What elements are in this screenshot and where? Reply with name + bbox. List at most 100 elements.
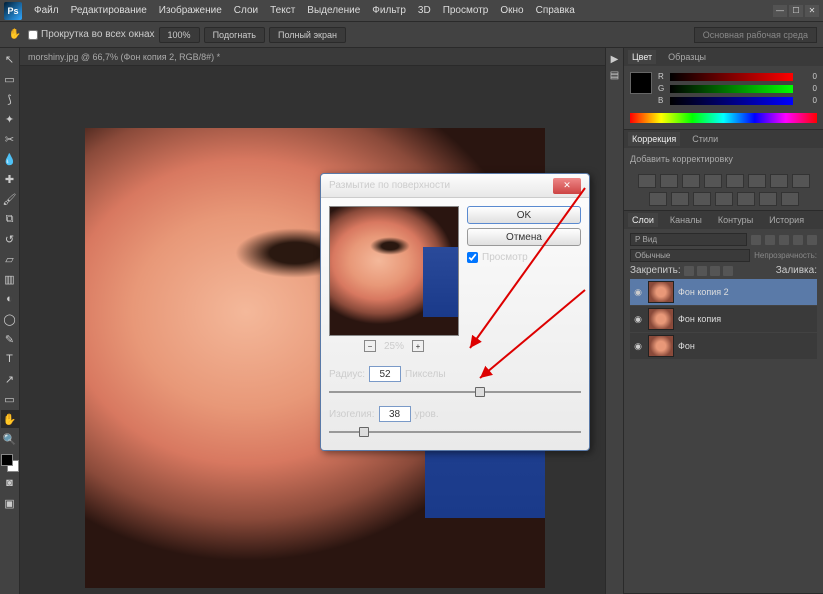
layer-kind-filter[interactable]: Р Вид — [630, 233, 747, 246]
visibility-icon[interactable]: ◉ — [632, 286, 644, 298]
eraser-tool[interactable]: ▱ — [1, 250, 19, 268]
preview-checkbox[interactable]: Просмотр — [467, 252, 581, 263]
pen-tool[interactable]: ✎ — [1, 330, 19, 348]
visibility-icon[interactable]: ◉ — [632, 313, 644, 325]
blend-mode-select[interactable]: Обычные — [630, 249, 750, 262]
menu-select[interactable]: Выделение — [301, 5, 366, 16]
threshold-icon[interactable] — [737, 192, 755, 206]
tab-color[interactable]: Цвет — [628, 50, 656, 64]
g-slider[interactable] — [670, 85, 793, 93]
layer-row[interactable]: ◉ Фон копия — [630, 306, 817, 332]
zoom-in-button[interactable]: + — [412, 340, 424, 352]
menu-view[interactable]: Просмотр — [437, 5, 495, 16]
layer-row[interactable]: ◉ Фон — [630, 333, 817, 359]
menu-filter[interactable]: Фильтр — [366, 5, 412, 16]
vibrance-icon[interactable] — [726, 174, 744, 188]
path-tool[interactable]: ↗ — [1, 370, 19, 388]
close-button[interactable]: ✕ — [805, 5, 819, 17]
visibility-icon[interactable]: ◉ — [632, 340, 644, 352]
tab-layers[interactable]: Слои — [628, 213, 658, 227]
menu-layer[interactable]: Слои — [228, 5, 264, 16]
quickmask-tool[interactable]: ◙ — [1, 474, 19, 492]
zoom-100-button[interactable]: 100% — [159, 27, 200, 43]
tab-history[interactable]: История — [765, 213, 808, 227]
cancel-button[interactable]: Отмена — [467, 228, 581, 246]
menu-edit[interactable]: Редактирование — [65, 5, 153, 16]
hand-tool[interactable]: ✋ — [1, 410, 19, 428]
hue-strip[interactable] — [630, 113, 817, 123]
menu-text[interactable]: Текст — [264, 5, 301, 16]
tab-adjustments[interactable]: Коррекция — [628, 132, 680, 146]
tab-styles[interactable]: Стили — [688, 132, 722, 146]
dodge-tool[interactable]: ◯ — [1, 310, 19, 328]
layer-row[interactable]: ◉ Фон копия 2 — [630, 279, 817, 305]
wand-tool[interactable]: ✦ — [1, 110, 19, 128]
posterize-icon[interactable] — [715, 192, 733, 206]
foreground-swatch[interactable] — [630, 72, 652, 94]
text-tool[interactable]: T — [1, 350, 19, 368]
blur-tool[interactable]: ◐ — [1, 290, 19, 308]
menu-3d[interactable]: 3D — [412, 5, 437, 16]
radius-slider[interactable] — [329, 384, 581, 400]
filter-pixel-icon[interactable] — [751, 235, 761, 245]
b-slider[interactable] — [670, 97, 793, 105]
gradient-map-icon[interactable] — [759, 192, 777, 206]
lock-position-icon[interactable] — [710, 266, 720, 276]
screenmode-tool[interactable]: ▣ — [1, 494, 19, 512]
crop-tool[interactable]: ✂ — [1, 130, 19, 148]
menu-help[interactable]: Справка — [530, 5, 581, 16]
lock-all-icon[interactable] — [723, 266, 733, 276]
lock-transparency-icon[interactable] — [684, 266, 694, 276]
brightness-icon[interactable] — [638, 174, 656, 188]
shape-tool[interactable]: ▭ — [1, 390, 19, 408]
levels-icon[interactable] — [660, 174, 678, 188]
lookup-icon[interactable] — [671, 192, 689, 206]
exposure-icon[interactable] — [704, 174, 722, 188]
fit-button[interactable]: Подогнать — [204, 27, 265, 43]
maximize-button[interactable]: ☐ — [789, 5, 803, 17]
filter-shape-icon[interactable] — [793, 235, 803, 245]
lasso-tool[interactable]: ⟆ — [1, 90, 19, 108]
dialog-titlebar[interactable]: Размытие по поверхности ✕ — [321, 174, 589, 198]
zoom-tool[interactable]: 🔍 — [1, 430, 19, 448]
zoom-out-button[interactable]: − — [364, 340, 376, 352]
color-chips[interactable] — [1, 454, 19, 472]
scroll-all-checkbox[interactable]: Прокрутка во всех окнах — [28, 29, 155, 40]
filter-text-icon[interactable] — [779, 235, 789, 245]
tab-swatches[interactable]: Образцы — [664, 50, 710, 64]
dialog-close-button[interactable]: ✕ — [553, 178, 581, 194]
brush-tool[interactable]: 🖌 — [1, 190, 19, 208]
radius-input[interactable] — [369, 366, 401, 382]
minimize-button[interactable]: — — [773, 5, 787, 17]
document-tab[interactable]: morshiny.jpg @ 66,7% (Фон копия 2, RGB/8… — [20, 48, 605, 66]
move-tool[interactable]: ↖ — [1, 50, 19, 68]
dialog-preview[interactable] — [329, 206, 459, 336]
tab-paths[interactable]: Контуры — [714, 213, 757, 227]
menu-image[interactable]: Изображение — [153, 5, 228, 16]
stamp-tool[interactable]: ⧉ — [1, 210, 19, 228]
threshold-slider[interactable] — [329, 424, 581, 440]
fullscreen-button[interactable]: Полный экран — [269, 27, 346, 43]
selective-icon[interactable] — [781, 192, 799, 206]
eyedropper-tool[interactable]: 💧 — [1, 150, 19, 168]
menu-file[interactable]: Файл — [28, 5, 65, 16]
photo-filter-icon[interactable] — [792, 174, 810, 188]
r-slider[interactable] — [670, 73, 793, 81]
menu-window[interactable]: Окно — [494, 5, 529, 16]
gradient-tool[interactable]: ▥ — [1, 270, 19, 288]
workspace-selector[interactable]: Основная рабочая среда — [694, 27, 817, 43]
invert-icon[interactable] — [693, 192, 711, 206]
ok-button[interactable]: OK — [467, 206, 581, 224]
filter-smart-icon[interactable] — [807, 235, 817, 245]
curves-icon[interactable] — [682, 174, 700, 188]
mixer-icon[interactable] — [649, 192, 667, 206]
play-icon[interactable]: ▶ — [608, 52, 622, 66]
panel-icon[interactable]: ▤ — [608, 68, 622, 82]
threshold-input[interactable] — [379, 406, 411, 422]
lock-pixels-icon[interactable] — [697, 266, 707, 276]
history-brush-tool[interactable]: ↺ — [1, 230, 19, 248]
bw-icon[interactable] — [770, 174, 788, 188]
hue-icon[interactable] — [748, 174, 766, 188]
tab-channels[interactable]: Каналы — [666, 213, 706, 227]
heal-tool[interactable]: ✚ — [1, 170, 19, 188]
